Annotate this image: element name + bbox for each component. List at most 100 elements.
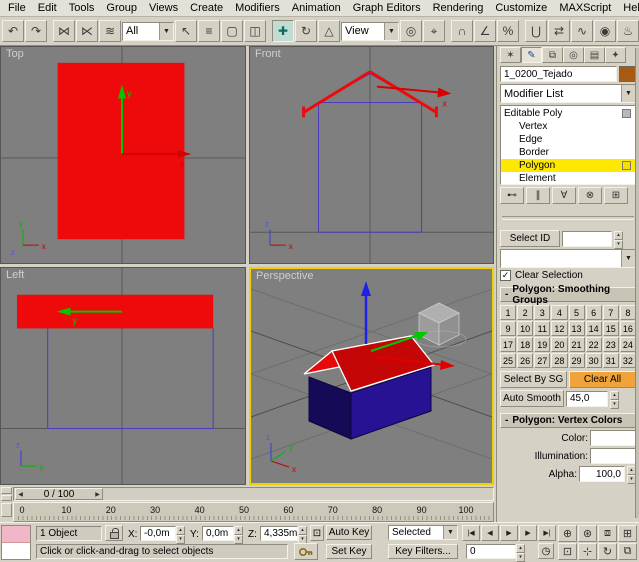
auto-smooth-field[interactable]: 45,0: [566, 391, 608, 407]
ghost-box-object[interactable]: [416, 303, 466, 347]
zoom-all-icon[interactable]: ⊛: [578, 525, 597, 542]
chevron-down-icon[interactable]: ▼: [159, 23, 173, 40]
current-frame-field[interactable]: 0: [466, 544, 516, 559]
menu-edit[interactable]: Edit: [32, 1, 63, 15]
zoom-region-icon[interactable]: ⊡: [558, 543, 577, 560]
selection-lock-toggle[interactable]: [105, 525, 123, 541]
spinner-down-icon[interactable]: ▾: [516, 553, 525, 562]
stack-item-border[interactable]: Border: [501, 146, 635, 159]
play-button[interactable]: ▶: [500, 525, 518, 541]
tab-hierarchy[interactable]: ⧉: [542, 47, 563, 63]
angle-snap-toggle-icon[interactable]: ∠: [474, 20, 496, 42]
smoothing-group-18-button[interactable]: 18: [517, 337, 533, 352]
alpha-field[interactable]: 100,0: [579, 466, 625, 482]
pan-icon[interactable]: ⊹: [578, 543, 597, 560]
smoothing-group-5-button[interactable]: 5: [569, 305, 585, 320]
time-slider-track[interactable]: ◀ 0 / 100 ▶: [13, 487, 494, 501]
trackbar-toggle-button[interactable]: [1, 495, 12, 502]
object-color-swatch[interactable]: [619, 66, 636, 82]
snaps-toggle-icon[interactable]: ∩: [451, 20, 473, 42]
mirror-icon[interactable]: ⇄: [548, 20, 570, 42]
house-object[interactable]: [304, 336, 434, 439]
smoothing-group-13-button[interactable]: 13: [569, 321, 585, 336]
go-to-start-button[interactable]: |◀: [462, 525, 480, 541]
timeline-mini-button[interactable]: [1, 503, 12, 517]
menu-tools[interactable]: Tools: [63, 1, 101, 15]
object-name-field[interactable]: 1_0200_Tejado: [500, 66, 617, 82]
spinner-down-icon[interactable]: ▾: [610, 400, 619, 409]
chevron-down-icon[interactable]: ▼: [384, 23, 398, 40]
viewport-left[interactable]: y z y Left: [0, 267, 246, 485]
smoothing-group-3-button[interactable]: 3: [534, 305, 550, 320]
smoothing-group-id-dropdown[interactable]: ▼: [500, 249, 636, 268]
unlink-selection-icon[interactable]: ⋉: [76, 20, 98, 42]
show-end-result-icon[interactable]: ∥: [526, 187, 550, 204]
spinner-down-icon[interactable]: ▾: [614, 240, 623, 249]
vertex-colors-rollout-header[interactable]: - Polygon: Vertex Colors: [500, 413, 636, 428]
go-to-end-button[interactable]: ▶|: [538, 525, 556, 541]
open-mini-curve-editor-button[interactable]: [1, 487, 12, 494]
chevron-down-icon[interactable]: ▼: [621, 85, 635, 102]
smoothing-group-4-button[interactable]: 4: [551, 305, 567, 320]
panel-scrollbar[interactable]: [635, 48, 639, 518]
auto-key-button[interactable]: Auto Key: [326, 525, 372, 540]
vertex-color-swatch[interactable]: [590, 430, 636, 446]
selection-filter-dropdown[interactable]: All▼: [122, 22, 174, 41]
rectangular-selection-region-icon[interactable]: ▢: [221, 20, 243, 42]
stack-item-vertex[interactable]: Vertex: [501, 120, 635, 133]
select-id-button[interactable]: Select ID: [500, 230, 560, 247]
next-frame-arrow-icon[interactable]: ▶: [93, 491, 102, 498]
named-selection-sets-icon[interactable]: ⋃: [525, 20, 547, 42]
smoothing-group-25-button[interactable]: 25: [500, 353, 516, 368]
auto-smooth-button[interactable]: Auto Smooth: [500, 390, 564, 407]
pin-stack-icon[interactable]: ⊷: [500, 187, 524, 204]
smoothing-group-10-button[interactable]: 10: [517, 321, 533, 336]
menu-customize[interactable]: Customize: [489, 1, 553, 15]
smoothing-group-1-button[interactable]: 1: [500, 305, 516, 320]
spinner-up-icon[interactable]: ▴: [516, 544, 525, 553]
stack-item-element[interactable]: Element: [501, 172, 635, 185]
menu-file[interactable]: File: [2, 1, 32, 15]
use-pivot-point-center-icon[interactable]: ◎: [400, 20, 422, 42]
menu-create[interactable]: Create: [184, 1, 229, 15]
spinner-up-icon[interactable]: ▴: [610, 391, 619, 400]
y-coordinate-field[interactable]: 0,0m: [202, 526, 234, 541]
select-and-uniform-scale-icon[interactable]: △: [318, 20, 340, 42]
select-and-manipulate-icon[interactable]: ⌖: [423, 20, 445, 42]
spinner-up-icon[interactable]: ▴: [176, 526, 185, 535]
smoothing-group-27-button[interactable]: 27: [534, 353, 550, 368]
menu-modifiers[interactable]: Modifiers: [229, 1, 286, 15]
time-slider-handle[interactable]: ◀ 0 / 100 ▶: [15, 488, 103, 500]
set-key-button[interactable]: Set Key: [326, 544, 372, 559]
tab-display[interactable]: ▤: [584, 47, 605, 63]
spinner-down-icon[interactable]: ▾: [234, 535, 243, 544]
smoothing-group-32-button[interactable]: 32: [620, 353, 636, 368]
select-id-field[interactable]: [562, 231, 612, 247]
select-and-rotate-icon[interactable]: ↻: [295, 20, 317, 42]
previous-frame-arrow-icon[interactable]: ◀: [16, 491, 25, 498]
menu-help[interactable]: Help: [617, 1, 639, 15]
stack-item-editable-poly[interactable]: Editable Poly: [501, 107, 635, 120]
zoom-extents-icon[interactable]: ⧈: [598, 525, 617, 542]
smoothing-group-26-button[interactable]: 26: [517, 353, 533, 368]
spinner-up-icon[interactable]: ▴: [614, 231, 623, 240]
smoothing-group-9-button[interactable]: 9: [500, 321, 516, 336]
smoothing-group-11-button[interactable]: 11: [534, 321, 550, 336]
tab-motion[interactable]: ◎: [563, 47, 584, 63]
smoothing-group-19-button[interactable]: 19: [534, 337, 550, 352]
smoothing-group-21-button[interactable]: 21: [569, 337, 585, 352]
smoothing-group-24-button[interactable]: 24: [620, 337, 636, 352]
x-coordinate-field[interactable]: -0,0m: [140, 526, 176, 541]
maxscript-mini-listener[interactable]: [1, 525, 31, 560]
smoothing-group-29-button[interactable]: 29: [569, 353, 585, 368]
smoothing-group-7-button[interactable]: 7: [603, 305, 619, 320]
reference-coordinate-system-dropdown[interactable]: View▼: [341, 22, 399, 41]
select-id-spinner[interactable]: ▴ ▾: [614, 231, 623, 247]
smoothing-group-23-button[interactable]: 23: [603, 337, 619, 352]
smoothing-group-22-button[interactable]: 22: [586, 337, 602, 352]
timeline-ruler[interactable]: 0102030405060708090100: [13, 502, 494, 522]
previous-frame-button[interactable]: ◀: [481, 525, 499, 541]
viewport-front[interactable]: x z x Front: [249, 46, 494, 264]
curve-editor-icon[interactable]: ∿: [571, 20, 593, 42]
spinner-up-icon[interactable]: ▴: [298, 526, 307, 535]
